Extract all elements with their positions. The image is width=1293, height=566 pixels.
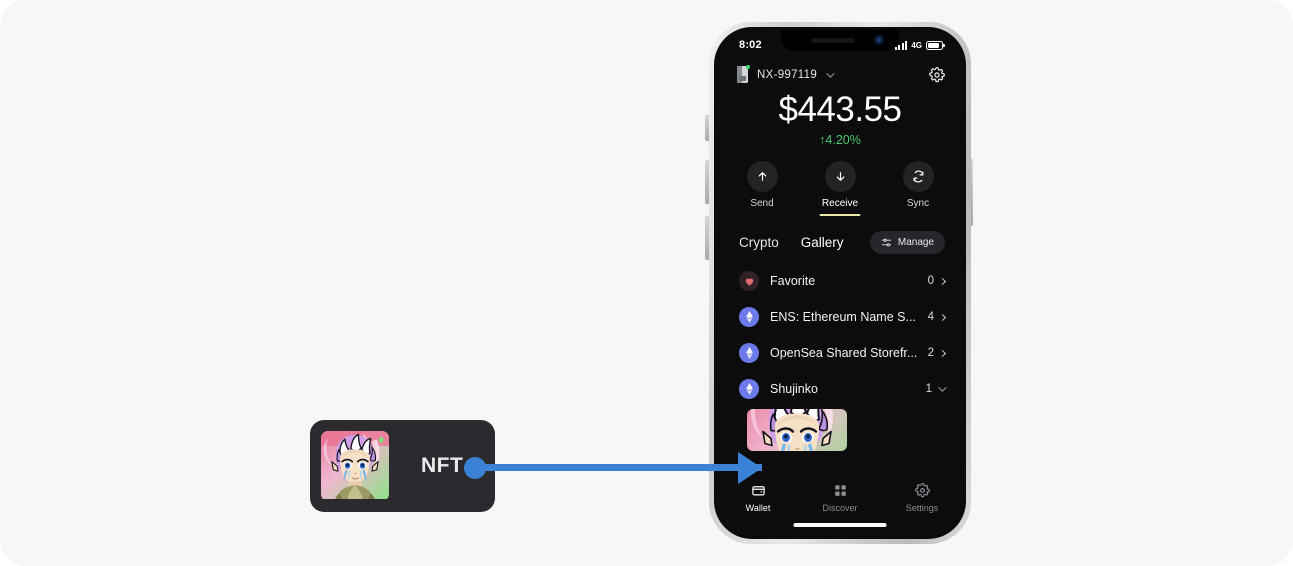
grid-icon (834, 485, 846, 496)
tab-crypto[interactable]: Crypto (739, 235, 779, 250)
nav-item-wallet[interactable]: Wallet (727, 483, 789, 513)
nft-callout-label: NFT (421, 454, 464, 477)
list-item-count: 2 (927, 347, 934, 359)
list-item-shujinko[interactable]: Shujinko 1 (717, 371, 963, 407)
manage-label: Manage (897, 237, 934, 248)
list-item-label: ENS: Ethereum Name S... (770, 310, 916, 324)
sliders-icon (881, 238, 891, 247)
nft-grid-row (717, 407, 963, 451)
connector-arrowhead (738, 452, 762, 484)
list-item-label: OpenSea Shared Storefr... (770, 346, 918, 360)
arrow-up-icon (746, 161, 778, 192)
chevron-right-icon (938, 349, 947, 357)
ethereum-icon (739, 379, 759, 399)
list-item-ens[interactable]: ENS: Ethereum Name S... 4 (717, 299, 963, 335)
manage-button[interactable]: Manage (869, 231, 945, 254)
refresh-icon (902, 161, 934, 192)
wallet-icon (751, 486, 765, 496)
tab-gallery[interactable]: Gallery (801, 235, 844, 250)
list-item-favorite[interactable]: Favorite 0 (717, 263, 963, 299)
list-item-label: Favorite (770, 274, 816, 288)
chevron-right-icon (938, 313, 947, 321)
gear-icon (914, 483, 930, 498)
list-item-label: Shujinko (770, 382, 818, 396)
nft-artwork-thumbnail (321, 431, 389, 501)
nav-label-discover: Discover (822, 503, 858, 513)
action-buttons: Send Receive Sync (717, 161, 963, 216)
sync-label: Sync (906, 198, 930, 209)
nav-label-settings: Settings (905, 503, 939, 513)
network-label: 4G (911, 40, 922, 50)
sync-button[interactable]: Sync (892, 161, 944, 209)
hardware-wallet-icon (737, 65, 750, 83)
connector-line (480, 464, 762, 471)
nav-item-discover[interactable]: Discover (809, 483, 871, 513)
receive-label: Receive (821, 198, 859, 209)
balance-change: ↑4.20% (819, 133, 861, 147)
collection-list: Favorite 0 ENS: Ethereum Name S... 4 Ope… (717, 263, 963, 451)
wallet-selector[interactable]: NX-997119 (737, 65, 835, 83)
home-indicator[interactable] (793, 523, 887, 527)
chevron-down-icon (826, 68, 835, 78)
nav-label-wallet: Wallet (745, 503, 771, 513)
balance-amount: $443.55 (778, 90, 902, 129)
status-time: 8:02 (739, 39, 762, 51)
arrow-down-icon (824, 161, 856, 192)
send-label: Send (750, 198, 774, 209)
gear-icon (928, 66, 945, 82)
signal-bars-icon (894, 40, 908, 50)
nft-artwork-thumbnail[interactable] (747, 409, 847, 451)
status-icons: 4G (894, 40, 945, 50)
heart-icon (739, 271, 759, 291)
screenshot-canvas: NFT 8:02 4G NX-997119 $443.55 ↑4.20% Sen… (0, 0, 1293, 566)
list-item-count: 0 (927, 275, 934, 287)
list-item-count: 1 (925, 383, 932, 395)
active-tab-underline (819, 213, 861, 216)
chevron-down-icon (938, 383, 947, 392)
list-item-opensea[interactable]: OpenSea Shared Storefr... 2 (717, 335, 963, 371)
wallet-id-label: NX-997119 (757, 68, 818, 81)
chevron-right-icon (938, 277, 947, 285)
list-item-count: 4 (927, 311, 934, 323)
nav-item-settings[interactable]: Settings (891, 483, 953, 513)
send-button[interactable]: Send (736, 161, 788, 209)
battery-icon (926, 40, 945, 50)
settings-gear-button[interactable] (928, 66, 945, 83)
status-bar: 8:02 4G (717, 30, 963, 60)
ethereum-icon (739, 343, 759, 363)
wallet-header: NX-997119 (717, 60, 963, 83)
ethereum-icon (739, 307, 759, 327)
receive-button[interactable]: Receive (814, 161, 866, 216)
